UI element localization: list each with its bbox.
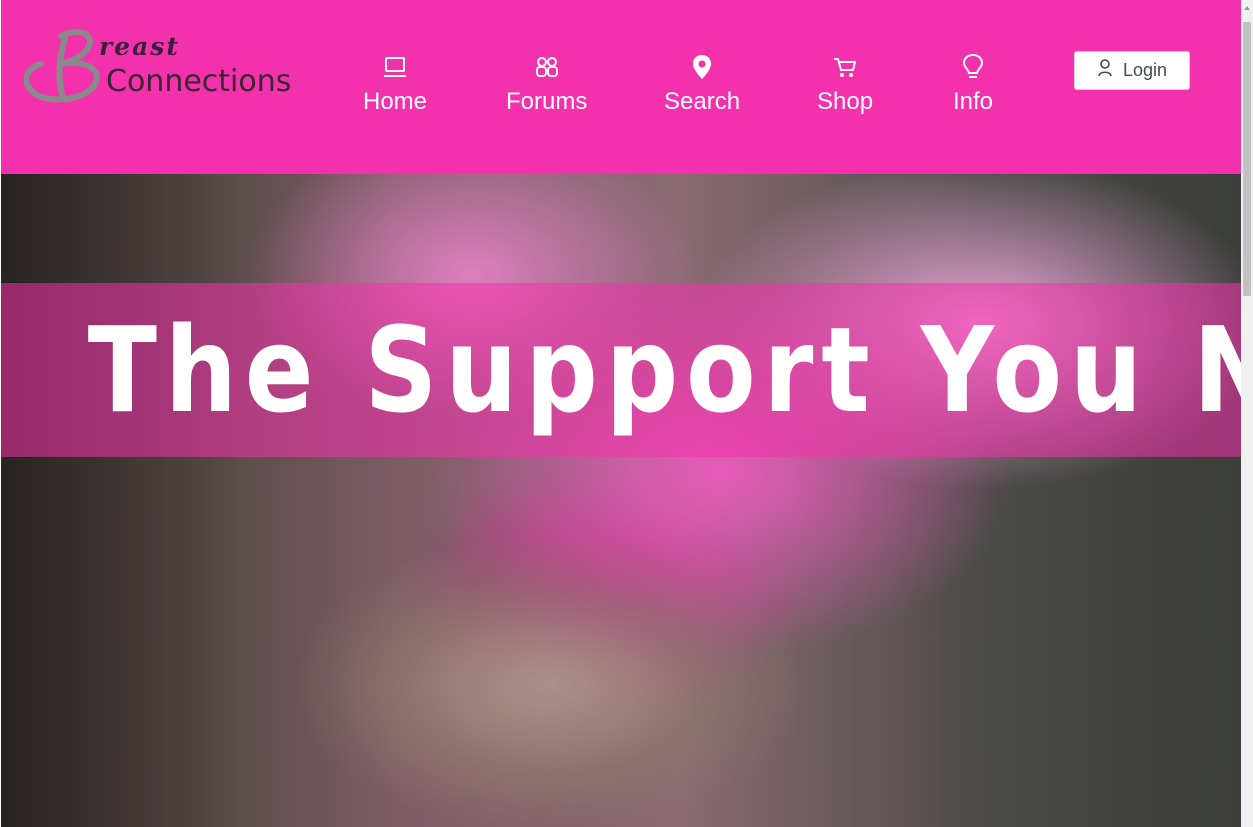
nav-item-forums[interactable]: Forums (506, 52, 587, 116)
nav-label-search: Search (664, 88, 741, 115)
nav-label-info: Info (953, 88, 994, 115)
nav-item-home[interactable]: Home (363, 52, 427, 116)
scroll-up-arrow-icon[interactable] (1244, 6, 1250, 10)
nav-item-info[interactable]: Info (953, 52, 993, 116)
cart-icon (832, 52, 858, 82)
hero-title: The Support You Need (87, 301, 1241, 439)
login-button[interactable]: Login (1074, 51, 1190, 90)
nav-label-forums: Forums (506, 88, 588, 115)
laptop-icon (382, 52, 408, 82)
map-pin-icon (689, 52, 715, 82)
people-icon (534, 52, 560, 82)
main-nav: Home Forums Search Shop Info (1, 52, 1241, 132)
hero-banner: The Support You Need (1, 174, 1241, 827)
lightbulb-icon (960, 52, 986, 82)
page: reast Connections Home Forums Search Sho… (1, 0, 1241, 827)
hero-photo-hands (291, 534, 851, 827)
nav-item-search[interactable]: Search (664, 52, 740, 116)
nav-label-shop: Shop (817, 88, 874, 115)
site-header: reast Connections Home Forums Search Sho… (1, 0, 1241, 174)
scrollbar-thumb[interactable] (1243, 22, 1251, 296)
vertical-scrollbar[interactable] (1241, 0, 1253, 827)
nav-item-shop[interactable]: Shop (817, 52, 873, 116)
hero-photo-hair (1, 174, 241, 827)
user-icon (1097, 59, 1113, 82)
login-label: Login (1122, 60, 1168, 80)
nav-label-home: Home (363, 88, 428, 115)
